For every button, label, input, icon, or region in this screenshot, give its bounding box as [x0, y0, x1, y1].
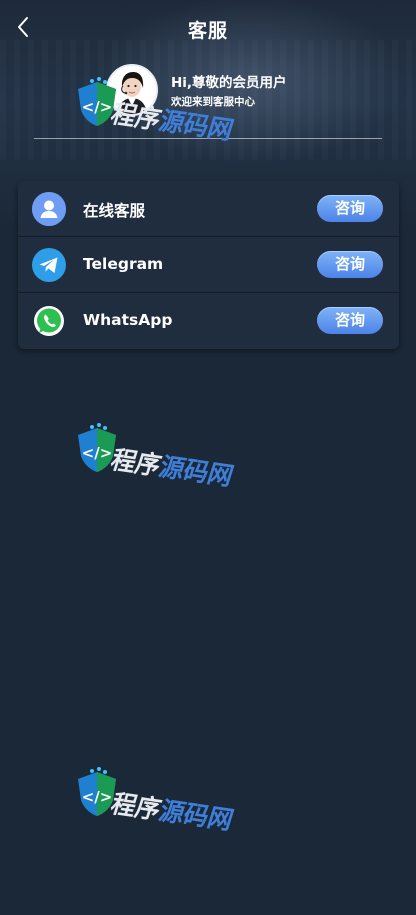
watermark-text-main: 程序: [107, 788, 165, 825]
shield-code-icon: </>: [78, 423, 116, 472]
shield-code-icon: </>: [78, 767, 116, 816]
watermark: </> 程序源码网: [74, 766, 254, 846]
service-label: WhatsApp: [83, 311, 173, 329]
user-support-icon: [32, 192, 66, 226]
service-row-online: 在线客服 咨询: [18, 181, 399, 237]
service-row-telegram: Telegram 咨询: [18, 237, 399, 293]
top-bar: 客服: [0, 0, 416, 58]
svg-text:</>: </>: [82, 444, 113, 462]
svg-text:</>: </>: [82, 788, 113, 806]
service-label: 在线客服: [83, 202, 146, 220]
consult-button-telegram[interactable]: 咨询: [317, 251, 383, 278]
service-label: Telegram: [83, 255, 164, 273]
telegram-icon: [32, 248, 66, 282]
greeting-title: Hi,尊敬的会员用户: [171, 75, 287, 91]
consult-button-online[interactable]: 咨询: [317, 195, 383, 222]
watermark: </> 程序源码网: [74, 422, 254, 502]
whatsapp-icon: [32, 304, 66, 338]
service-row-whatsapp: WhatsApp 咨询: [18, 293, 399, 349]
avatar: [106, 64, 158, 116]
watermark-text-accent: 源码网: [155, 795, 238, 836]
consult-button-whatsapp[interactable]: 咨询: [317, 307, 383, 334]
header-divider: [34, 138, 382, 139]
greeting-subtitle: 欢迎来到客服中心: [171, 96, 255, 108]
agent-portrait: [108, 66, 156, 114]
page-title: 客服: [187, 20, 228, 42]
service-list-card: 在线客服 咨询 Telegram 咨询 WhatsApp 咨询: [18, 181, 399, 349]
watermark-text-main: 程序: [107, 444, 165, 481]
watermark-text-accent: 源码网: [155, 451, 238, 492]
